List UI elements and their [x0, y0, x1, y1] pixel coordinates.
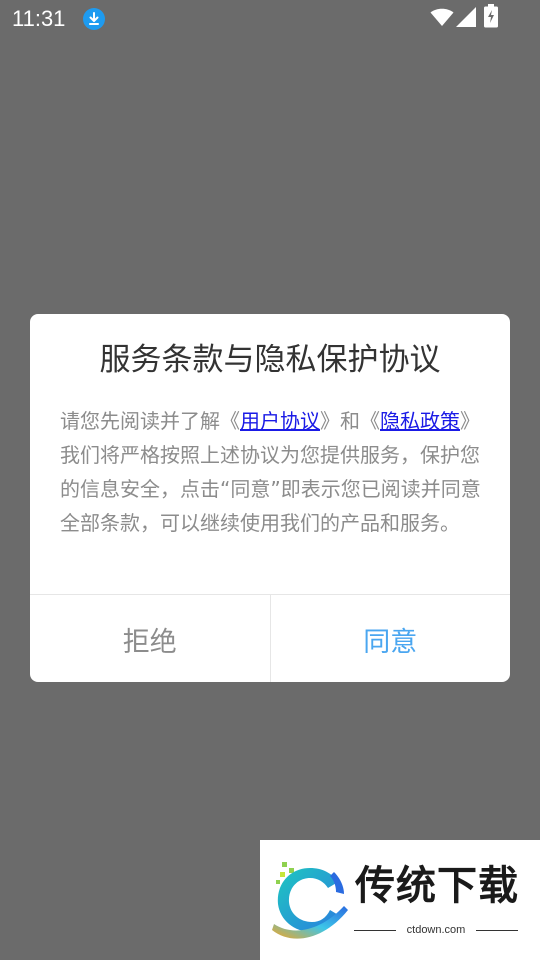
- status-bar: 11:31: [0, 0, 540, 38]
- agree-button[interactable]: 同意: [271, 595, 511, 682]
- reject-button[interactable]: 拒绝: [30, 595, 271, 682]
- privacy-policy-link[interactable]: 隐私政策: [380, 409, 460, 433]
- status-time: 11:31: [12, 6, 66, 31]
- cell-signal-icon: [456, 7, 476, 27]
- ctdown-logo-icon: [272, 862, 348, 939]
- terms-dialog: 服务条款与隐私保护协议 请您先阅读并了解《用户协议》和《隐私政策》我们将严格按照…: [30, 314, 510, 682]
- battery-charging-icon: [484, 4, 498, 28]
- body-text-2: 》和《: [320, 409, 380, 433]
- dialog-button-row: 拒绝 同意: [30, 594, 510, 682]
- watermark-domain-row: ctdown.com: [354, 922, 518, 938]
- dialog-body: 请您先阅读并了解《用户协议》和《隐私政策》我们将严格按照上述协议为您提供服务，保…: [60, 404, 484, 540]
- watermark: 传统下载 ctdown.com: [260, 840, 540, 960]
- dialog-title: 服务条款与隐私保护协议: [99, 342, 441, 378]
- user-agreement-link[interactable]: 用户协议: [240, 409, 320, 433]
- wifi-icon: [430, 8, 454, 26]
- watermark-domain: ctdown.com: [406, 924, 466, 936]
- body-text-1: 请您先阅读并了解《: [60, 409, 240, 433]
- download-icon: [83, 8, 105, 30]
- watermark-brand: 传统下载: [355, 863, 519, 909]
